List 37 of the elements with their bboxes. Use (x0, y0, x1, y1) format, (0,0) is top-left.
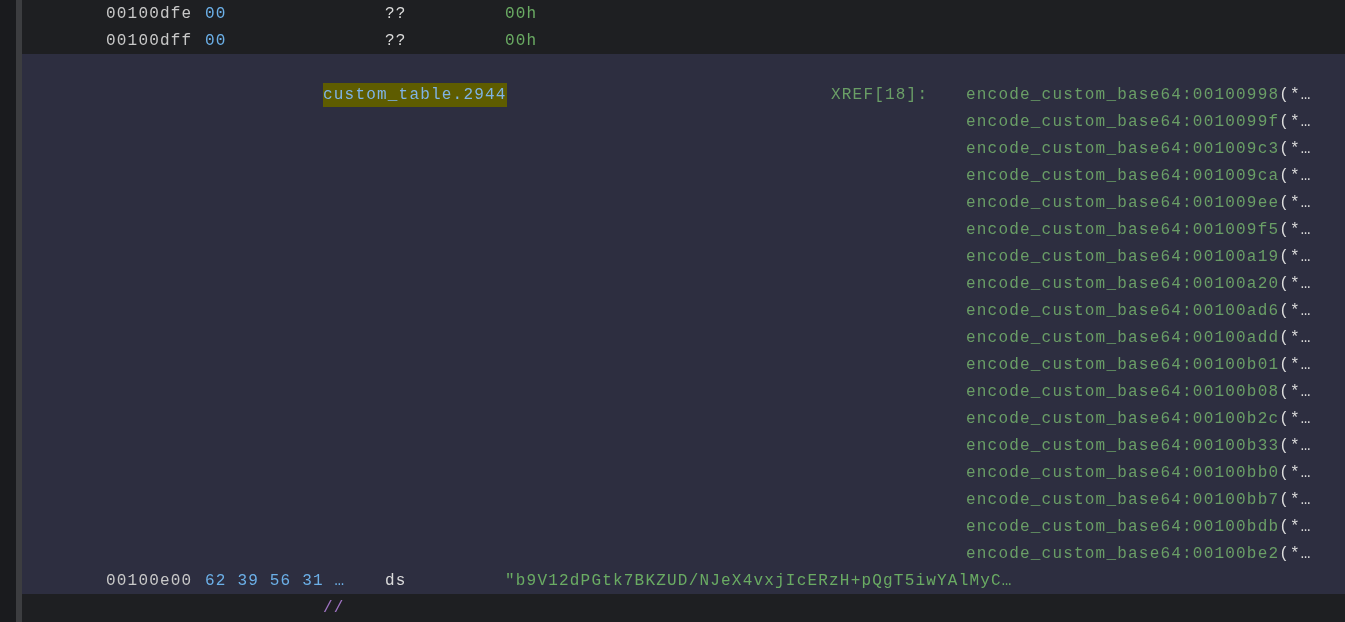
mnemonic-text: ds (385, 571, 407, 590)
xref-entry[interactable]: encode_custom_base64:00100bb7(*… (966, 487, 1312, 512)
xref-entry[interactable]: encode_custom_base64:00100998(*… (966, 82, 1312, 107)
xref-entry[interactable]: encode_custom_base64:001009ee(*… (966, 190, 1312, 215)
xref-entry[interactable]: encode_custom_base64:00100ad6(*… (966, 298, 1312, 323)
listing-row[interactable]: 00100dfe 00 ?? 00h (22, 0, 1345, 27)
mnemonic-text: ?? (385, 4, 407, 23)
bytes-text: 00 (205, 31, 227, 50)
xref-entry[interactable]: encode_custom_base64:00100add(*… (966, 325, 1312, 350)
xref-entry[interactable]: encode_custom_base64:001009c3(*… (966, 136, 1312, 161)
xref-entry[interactable]: encode_custom_base64:001009f5(*… (966, 217, 1312, 242)
xref-entry[interactable]: encode_custom_base64:00100b01(*… (966, 352, 1312, 377)
xref-label: XREF[18]: (831, 85, 929, 104)
operand-text: "b9V12dPGtk7BKZUD/NJeX4vxjIcERzH+pQgT5iwYAlMyC… (505, 570, 1013, 592)
xref-entry[interactable]: encode_custom_base64:00100a20(*… (966, 271, 1312, 296)
selected-listing-row[interactable] (22, 54, 1345, 567)
xref-entry[interactable]: encode_custom_base64:00100b33(*… (966, 433, 1312, 458)
xref-entry[interactable]: encode_custom_base64:00100be2(*… (966, 541, 1312, 566)
operand-text: 00h (505, 3, 538, 25)
listing-row[interactable]: // (22, 594, 1345, 621)
xref-entry[interactable]: encode_custom_base64:00100b08(*… (966, 379, 1312, 404)
address-text: 00100dff (106, 31, 193, 50)
xref-entry[interactable]: encode_custom_base64:00100b2c(*… (966, 406, 1312, 431)
bytes-text: 00 (205, 4, 227, 23)
xref-entry[interactable]: encode_custom_base64:00100a19(*… (966, 244, 1312, 269)
mnemonic-text: ?? (385, 31, 407, 50)
address-text: 00100dfe (106, 4, 193, 23)
bytes-text: 62 39 56 31 … (205, 571, 346, 590)
address-text: 00100e00 (106, 571, 193, 590)
xref-entry[interactable]: encode_custom_base64:001009ca(*… (966, 163, 1312, 188)
xref-entry[interactable]: encode_custom_base64:00100bdb(*… (966, 514, 1312, 539)
xref-entry[interactable]: encode_custom_base64:0010099f(*… (966, 109, 1312, 134)
xref-entry[interactable]: encode_custom_base64:00100bb0(*… (966, 460, 1312, 485)
comment-text: // (323, 597, 345, 619)
listing-row[interactable]: 00100dff 00 ?? 00h (22, 27, 1345, 54)
selected-listing-row[interactable]: 00100e00 62 39 56 31 … ds "b9V12dPGtk7BKZUD/NJeX4vxjIcERzH+pQgT5iwYAlMyC… (22, 567, 1345, 594)
operand-text: 00h (505, 30, 538, 52)
